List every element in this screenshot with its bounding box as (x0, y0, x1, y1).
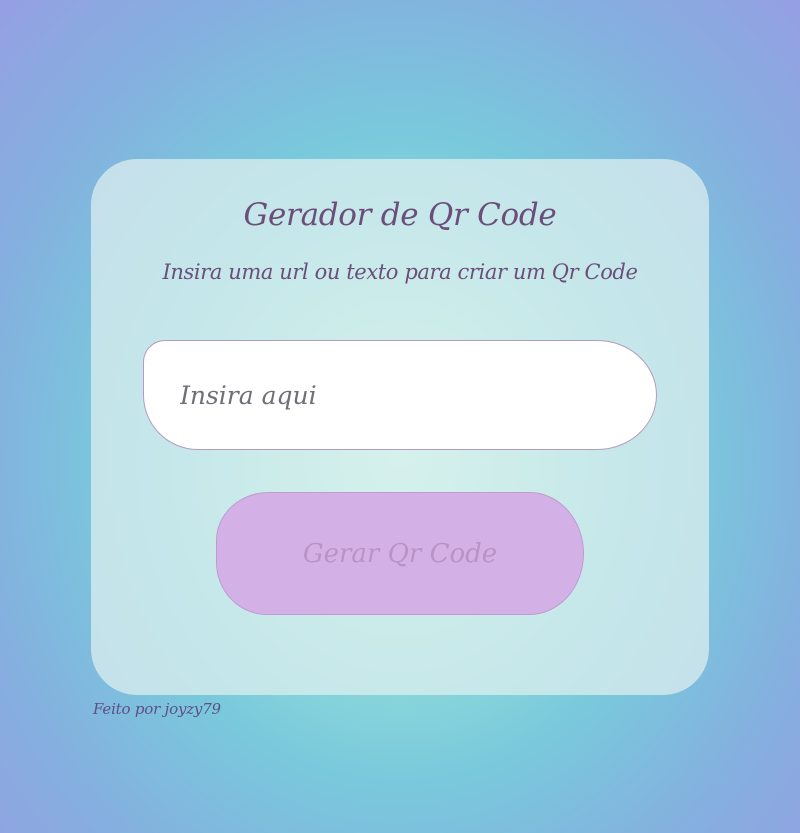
footer-credit: Feito por joyzy79 (93, 700, 221, 718)
page-title: Gerador de Qr Code (243, 197, 557, 233)
page-subtitle: Insira uma url ou texto para criar um Qr… (162, 260, 638, 284)
generate-qr-button[interactable]: Gerar Qr Code (216, 492, 584, 615)
qr-generator-card: Gerador de Qr Code Insira uma url ou tex… (91, 159, 709, 695)
url-text-input[interactable] (143, 340, 657, 450)
